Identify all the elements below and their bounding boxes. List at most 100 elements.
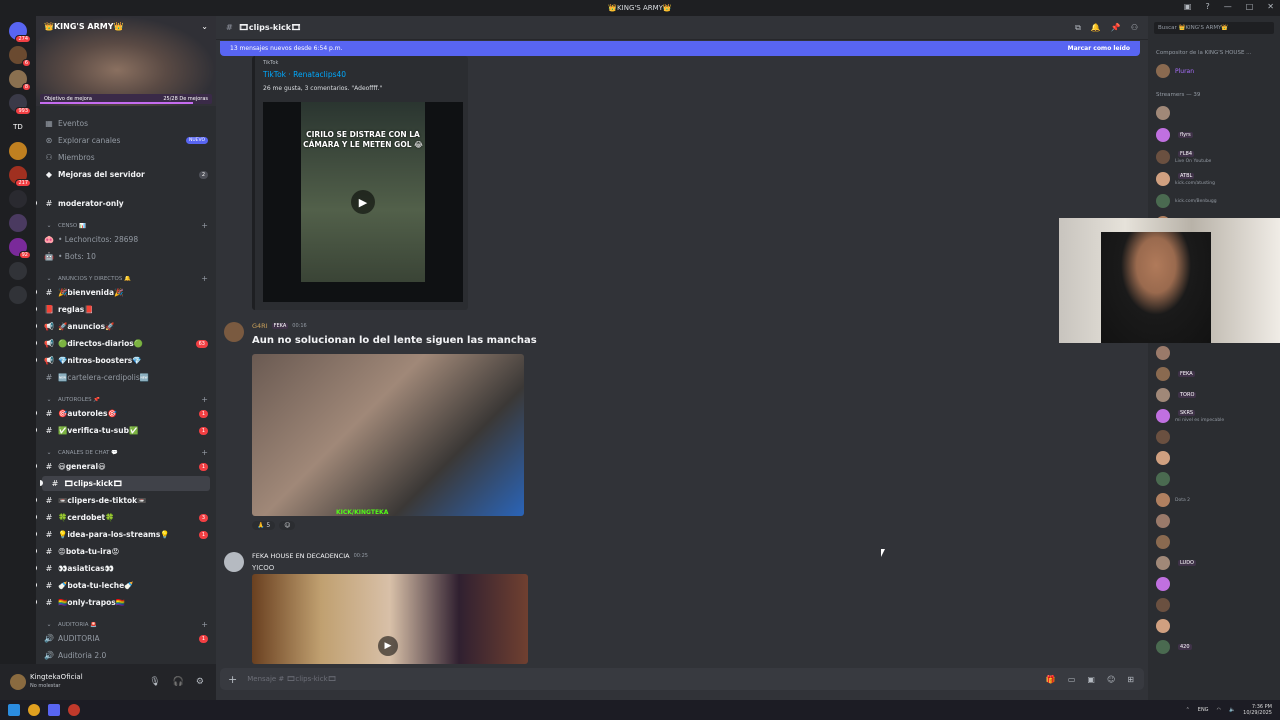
discord-icon[interactable]: 274 [9,22,31,43]
member-item[interactable]: Dota 2 [1156,491,1278,509]
message-author[interactable]: G4RI [252,322,268,330]
chevron-up-icon[interactable]: ⌃ [1186,707,1190,713]
headphones-icon[interactable]: 🎧 [173,677,184,687]
gif-icon[interactable]: ▭ [1068,675,1076,684]
app-icon[interactable] [68,704,80,716]
message-author[interactable]: FEKA HOUSE EN DECADENCIA [252,552,350,560]
minimize-button[interactable]: — [1224,2,1232,11]
notification-bell-icon[interactable]: 🔔 [1091,23,1101,33]
settings-gear-icon[interactable]: ⚙ [196,677,204,687]
embed-title-link[interactable]: TikTok · Renataclips40 [263,70,346,79]
channel-item[interactable]: 📢 🚀anuncios🚀 [36,319,216,334]
sticker-icon[interactable]: ▣ [1087,675,1095,684]
channel-item[interactable]: # 👀asiaticas👀 [36,561,216,576]
server-icon[interactable] [9,142,27,160]
emoji-icon[interactable]: ☺ [1107,675,1115,684]
mark-read-button[interactable]: Marcar como leído [1068,45,1130,52]
channel-item[interactable]: # 🍀cerdobet🍀 3 [36,510,216,525]
channel-item[interactable]: # 💡idea-para-los-streams💡 1 [36,527,216,542]
message-video[interactable]: ▶ [252,574,528,664]
channel-category[interactable]: ⌄ AUDITORIA 🚨 + [36,617,216,632]
channel-category[interactable]: ⌄ CANALES DE CHAT 💬 + [36,445,216,460]
member-item[interactable]: TORO [1156,386,1278,404]
add-server-icon[interactable] [9,262,27,280]
play-icon[interactable]: ▶ [378,636,398,656]
add-attachment-icon[interactable]: + [228,673,237,686]
member-item[interactable] [1156,470,1278,488]
nav-boosts[interactable]: ◆ Mejoras del servidor 2 [36,167,216,182]
nav-events[interactable]: ▦ Eventos [36,116,216,131]
channel-category[interactable]: ⌄ AUTOROLES 📌 + [36,392,216,407]
server-icon[interactable] [9,214,27,232]
embed-video[interactable]: CIRILO SE DISTRAE CON LA CÁMARA Y LE MET… [263,102,463,302]
play-icon[interactable]: ▶ [351,190,375,214]
channel-item[interactable]: # 🎞clips-kick🎞 [40,476,210,491]
member-item[interactable] [1156,533,1278,551]
member-item[interactable]: FEKA [1156,365,1278,383]
nav-members[interactable]: ⚇ Miembros [36,150,216,165]
language-indicator[interactable]: ENG [1198,707,1209,713]
member-list-icon[interactable]: ⚇ [1131,23,1138,33]
member-item[interactable]: 420 [1156,638,1278,656]
channel-item[interactable]: 📢 🟢directos-diarios🟢 63 [36,336,216,351]
member-item[interactable] [1156,449,1278,467]
member-item[interactable] [1156,617,1278,635]
nav-explore[interactable]: ⊛ Explorar canales NUEVO [36,133,216,148]
member-item[interactable]: Pluran [1156,62,1278,80]
td-icon[interactable]: TD [9,118,27,136]
channel-item[interactable]: # moderator-only [36,196,216,211]
add-channel-icon[interactable]: + [201,274,208,283]
channel-item[interactable]: # ✅verifica-tu-sub✅ 1 [36,423,216,438]
channel-item[interactable]: 📢 💎nitros-boosters💎 [36,353,216,368]
channel-item[interactable]: # 😃general😃 1 [36,459,216,474]
member-item[interactable] [1156,596,1278,614]
member-item[interactable]: FL84 Live On Youtube [1156,148,1278,166]
threads-icon[interactable]: ⧉ [1075,23,1081,33]
wifi-icon[interactable]: ◠ [1217,707,1221,713]
channel-category[interactable]: ⌄ ANUNCIOS Y DIRECTOS 🔔 + [36,271,216,286]
channel-item[interactable]: 🐽 • Lechoncitos: 28698 [36,232,216,247]
member-item[interactable] [1156,512,1278,530]
volume-icon[interactable]: 🔈 [1229,707,1235,713]
channel-item[interactable]: # 📼clipers-de-tiktok📼 [36,493,216,508]
member-item[interactable]: SKRS mi nivel es impecable [1156,407,1278,425]
clock[interactable]: 7:36 PM 10/29/2025 [1243,704,1272,716]
gift-icon[interactable]: 🎁 [1046,675,1056,684]
channel-item[interactable]: # 🍼bota-tu-leche🍼 [36,578,216,593]
member-item[interactable]: kick.com/Benbugg [1156,192,1278,210]
server-banner[interactable]: 👑KING'S ARMY👑 ⌄ Objetivo de mejora 25/28… [36,16,216,106]
search-input[interactable]: Buscar 👑KING'S ARMY👑 [1154,22,1274,34]
add-reaction-icon[interactable]: ☺ [279,521,296,530]
server-icon[interactable] [9,190,27,208]
apps-icon[interactable]: ⊞ [1127,675,1134,684]
member-item[interactable]: LUDO [1156,554,1278,572]
channel-item[interactable]: 🤖 • Bots: 10 [36,249,216,264]
member-item[interactable]: flyrs [1156,126,1278,144]
help-icon[interactable]: ? [1205,2,1209,11]
server-icon[interactable]: 217 [9,166,31,187]
member-item[interactable] [1156,428,1278,446]
avatar[interactable] [224,322,244,342]
member-item[interactable] [1156,104,1278,122]
channel-item[interactable]: 📕 reglas📕 [36,302,216,317]
inbox-icon[interactable]: ▣ [1184,2,1192,11]
message-input[interactable]: Mensaje # 🎞clips-kick🎞 [247,675,336,683]
user-info[interactable]: KingtekaOficial No molestar [30,673,83,691]
channel-item[interactable]: 🔊 AUDITORIA 1 [36,631,216,646]
channel-category[interactable]: ⌄ CENSO 📊 + [36,218,216,233]
boost-goal[interactable]: Objetivo de mejora 25/28 De mejoras [40,94,212,104]
member-item[interactable] [1156,575,1278,593]
explore-icon[interactable] [9,286,27,304]
discord-icon[interactable] [48,704,60,716]
close-button[interactable]: ✕ [1267,2,1274,11]
channel-item[interactable]: # 🏳️‍🌈only-trapos🏳️‍🌈 [36,595,216,610]
server-icon[interactable]: 6 [9,46,31,67]
channel-item[interactable]: 🔊 Auditoria 2.0 [36,648,216,663]
server-icon[interactable]: 8 [9,70,31,91]
avatar[interactable] [10,674,26,690]
channel-item[interactable]: # 😡bota-tu-ira😡 [36,544,216,559]
maximize-button[interactable]: □ [1246,2,1254,11]
message-image[interactable]: KICK/KINGTEKA [252,354,524,516]
chevron-down-icon[interactable]: ⌄ [201,22,208,31]
server-icon[interactable]: 92 [9,238,31,259]
